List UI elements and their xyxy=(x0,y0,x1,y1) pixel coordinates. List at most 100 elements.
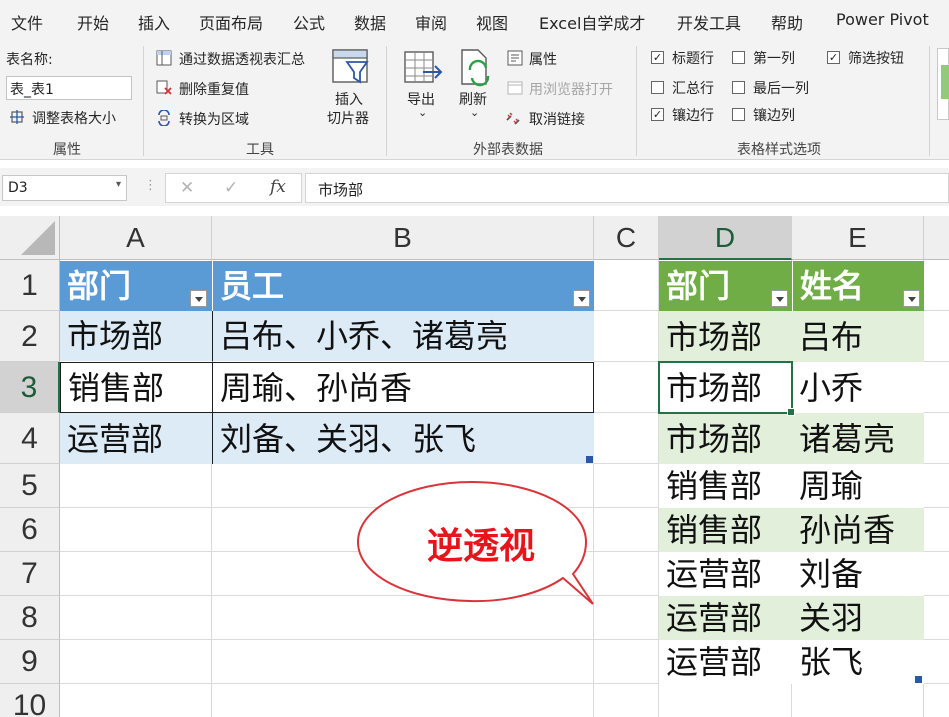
column-header-a[interactable]: A xyxy=(60,216,212,260)
resize-table-icon xyxy=(10,110,24,124)
column-header-f[interactable] xyxy=(924,216,949,260)
group-separator xyxy=(929,46,930,156)
row-header-10[interactable]: 10 xyxy=(0,684,60,717)
table2-cell[interactable]: 运营部 xyxy=(659,596,792,640)
table1-cell[interactable]: 运营部 xyxy=(60,413,212,464)
last-column-checkbox[interactable] xyxy=(732,81,745,94)
first-column-label: 第一列 xyxy=(753,51,795,67)
banded-rows-label: 镶边行 xyxy=(672,108,714,124)
table2-cell[interactable]: 刘备 xyxy=(792,552,924,596)
group-label-properties: 属性 xyxy=(53,142,81,158)
table2-cell[interactable]: 周瑜 xyxy=(792,464,924,508)
filter-dropdown-icon[interactable] xyxy=(190,290,207,307)
properties-button[interactable]: 属性 xyxy=(529,49,557,69)
tab-review[interactable]: 审阅 xyxy=(415,10,447,34)
filter-dropdown-icon[interactable] xyxy=(903,290,920,307)
row-header-8[interactable]: 8 xyxy=(0,596,60,640)
total-row-checkbox[interactable] xyxy=(651,81,664,94)
refresh-icon xyxy=(461,49,490,87)
table1-cell[interactable]: 周瑜、孙尚香 xyxy=(212,362,594,413)
banded-columns-checkbox[interactable] xyxy=(732,108,745,121)
insert-slicer-label-1[interactable]: 插入 xyxy=(335,89,363,109)
tab-help[interactable]: 帮助 xyxy=(771,10,803,34)
remove-duplicates-button[interactable]: 删除重复值 xyxy=(179,79,249,99)
header-row-checkbox[interactable]: ✓ xyxy=(651,51,664,64)
table2-cell[interactable]: 关羽 xyxy=(792,596,924,640)
row-header-7[interactable]: 7 xyxy=(0,552,60,596)
table2-cell[interactable]: 市场部 xyxy=(659,311,792,362)
tab-formulas[interactable]: 公式 xyxy=(293,10,325,34)
table2-cell[interactable]: 孙尚香 xyxy=(792,508,924,552)
insert-slicer-label-2[interactable]: 切片器 xyxy=(327,108,369,128)
table-resize-handle[interactable] xyxy=(586,456,593,463)
banded-rows-checkbox[interactable]: ✓ xyxy=(651,108,664,121)
row-header-2[interactable]: 2 xyxy=(0,311,60,362)
insert-slicer-icon xyxy=(332,49,369,84)
table1-cell[interactable]: 吕布、小乔、诸葛亮 xyxy=(212,311,594,362)
tab-excel-zixue[interactable]: Excel自学成才 xyxy=(539,10,645,34)
remove-duplicates-icon xyxy=(156,80,172,95)
filter-button-checkbox[interactable]: ✓ xyxy=(827,51,840,64)
open-in-browser-icon xyxy=(507,81,523,95)
table2-cell[interactable]: 运营部 xyxy=(659,640,792,684)
table1-cell[interactable]: 市场部 xyxy=(60,311,212,362)
table-name-label: 表名称: xyxy=(6,52,53,68)
cancel-icon[interactable]: ✕ xyxy=(180,178,194,198)
open-in-browser-button[interactable]: 用浏览器打开 xyxy=(529,79,613,99)
insert-function-icon[interactable]: fx xyxy=(270,177,286,197)
total-row-label: 汇总行 xyxy=(672,81,714,97)
row-header-3[interactable]: 3 xyxy=(0,362,60,413)
pivot-summary-button[interactable]: 通过数据透视表汇总 xyxy=(179,49,305,69)
tab-power-pivot[interactable]: Power Pivot xyxy=(836,10,929,29)
name-box-dropdown-icon[interactable]: ▾ xyxy=(116,179,121,190)
table2-cell[interactable]: 运营部 xyxy=(659,552,792,596)
table1-cell[interactable]: 销售部 xyxy=(60,362,212,413)
select-all-button[interactable] xyxy=(0,216,60,260)
table2-cell[interactable]: 张飞 xyxy=(792,640,924,684)
convert-to-range-button[interactable]: 转换为区域 xyxy=(179,109,249,129)
column-header-c[interactable]: C xyxy=(594,216,659,260)
formula-bar-drag-handle-icon[interactable]: ⋮ xyxy=(144,178,157,193)
table-styles-gallery[interactable] xyxy=(937,48,949,120)
formula-input[interactable]: 市场部 xyxy=(305,173,949,203)
unlink-icon xyxy=(506,112,520,125)
name-box[interactable]: D3 ▾ xyxy=(2,175,127,201)
tab-view[interactable]: 视图 xyxy=(476,10,508,34)
table2-cell[interactable]: 小乔 xyxy=(792,362,924,413)
enter-icon[interactable]: ✓ xyxy=(224,178,238,198)
first-column-checkbox[interactable] xyxy=(732,51,745,64)
callout-text: 逆透视 xyxy=(426,526,535,567)
column-header-d[interactable]: D xyxy=(659,216,792,260)
row-header-6[interactable]: 6 xyxy=(0,508,60,552)
row-header-9[interactable]: 9 xyxy=(0,640,60,684)
tab-file[interactable]: 文件 xyxy=(11,10,43,34)
table1-cell[interactable]: 刘备、关羽、张飞 xyxy=(212,413,594,464)
tab-insert[interactable]: 插入 xyxy=(138,10,170,34)
export-dropdown-icon[interactable]: ⌄ xyxy=(418,106,427,119)
tab-developer[interactable]: 开发工具 xyxy=(677,10,741,34)
tab-data[interactable]: 数据 xyxy=(354,10,386,34)
properties-icon xyxy=(507,50,523,66)
filter-dropdown-icon[interactable] xyxy=(771,290,788,307)
column-header-b[interactable]: B xyxy=(212,216,594,260)
table2-cell[interactable]: 销售部 xyxy=(659,508,792,552)
table2-cell[interactable]: 诸葛亮 xyxy=(792,413,924,464)
row-header-5[interactable]: 5 xyxy=(0,464,60,508)
tab-home[interactable]: 开始 xyxy=(77,10,109,34)
table1-header-employees[interactable]: 员工 xyxy=(212,261,594,311)
row-header-4[interactable]: 4 xyxy=(0,413,60,464)
column-header-e[interactable]: E xyxy=(792,216,924,260)
active-cell-selection[interactable] xyxy=(658,361,795,416)
table2-cell[interactable]: 市场部 xyxy=(659,413,792,464)
table2-cell[interactable]: 销售部 xyxy=(659,464,792,508)
refresh-dropdown-icon[interactable]: ⌄ xyxy=(470,106,479,119)
tab-page-layout[interactable]: 页面布局 xyxy=(199,10,263,34)
ribbon: 表名称: 表_表1 调整表格大小 属性 通过数据透视表汇总 删除重复值 转换为区… xyxy=(0,40,949,160)
table2-cell[interactable]: 吕布 xyxy=(792,311,924,362)
filter-dropdown-icon[interactable] xyxy=(573,290,590,307)
table-name-input[interactable]: 表_表1 xyxy=(6,76,132,100)
row-header-1[interactable]: 1 xyxy=(0,260,60,311)
resize-table-button[interactable]: 调整表格大小 xyxy=(32,108,116,128)
table-resize-handle[interactable] xyxy=(915,676,922,683)
unlink-button[interactable]: 取消链接 xyxy=(529,109,585,129)
